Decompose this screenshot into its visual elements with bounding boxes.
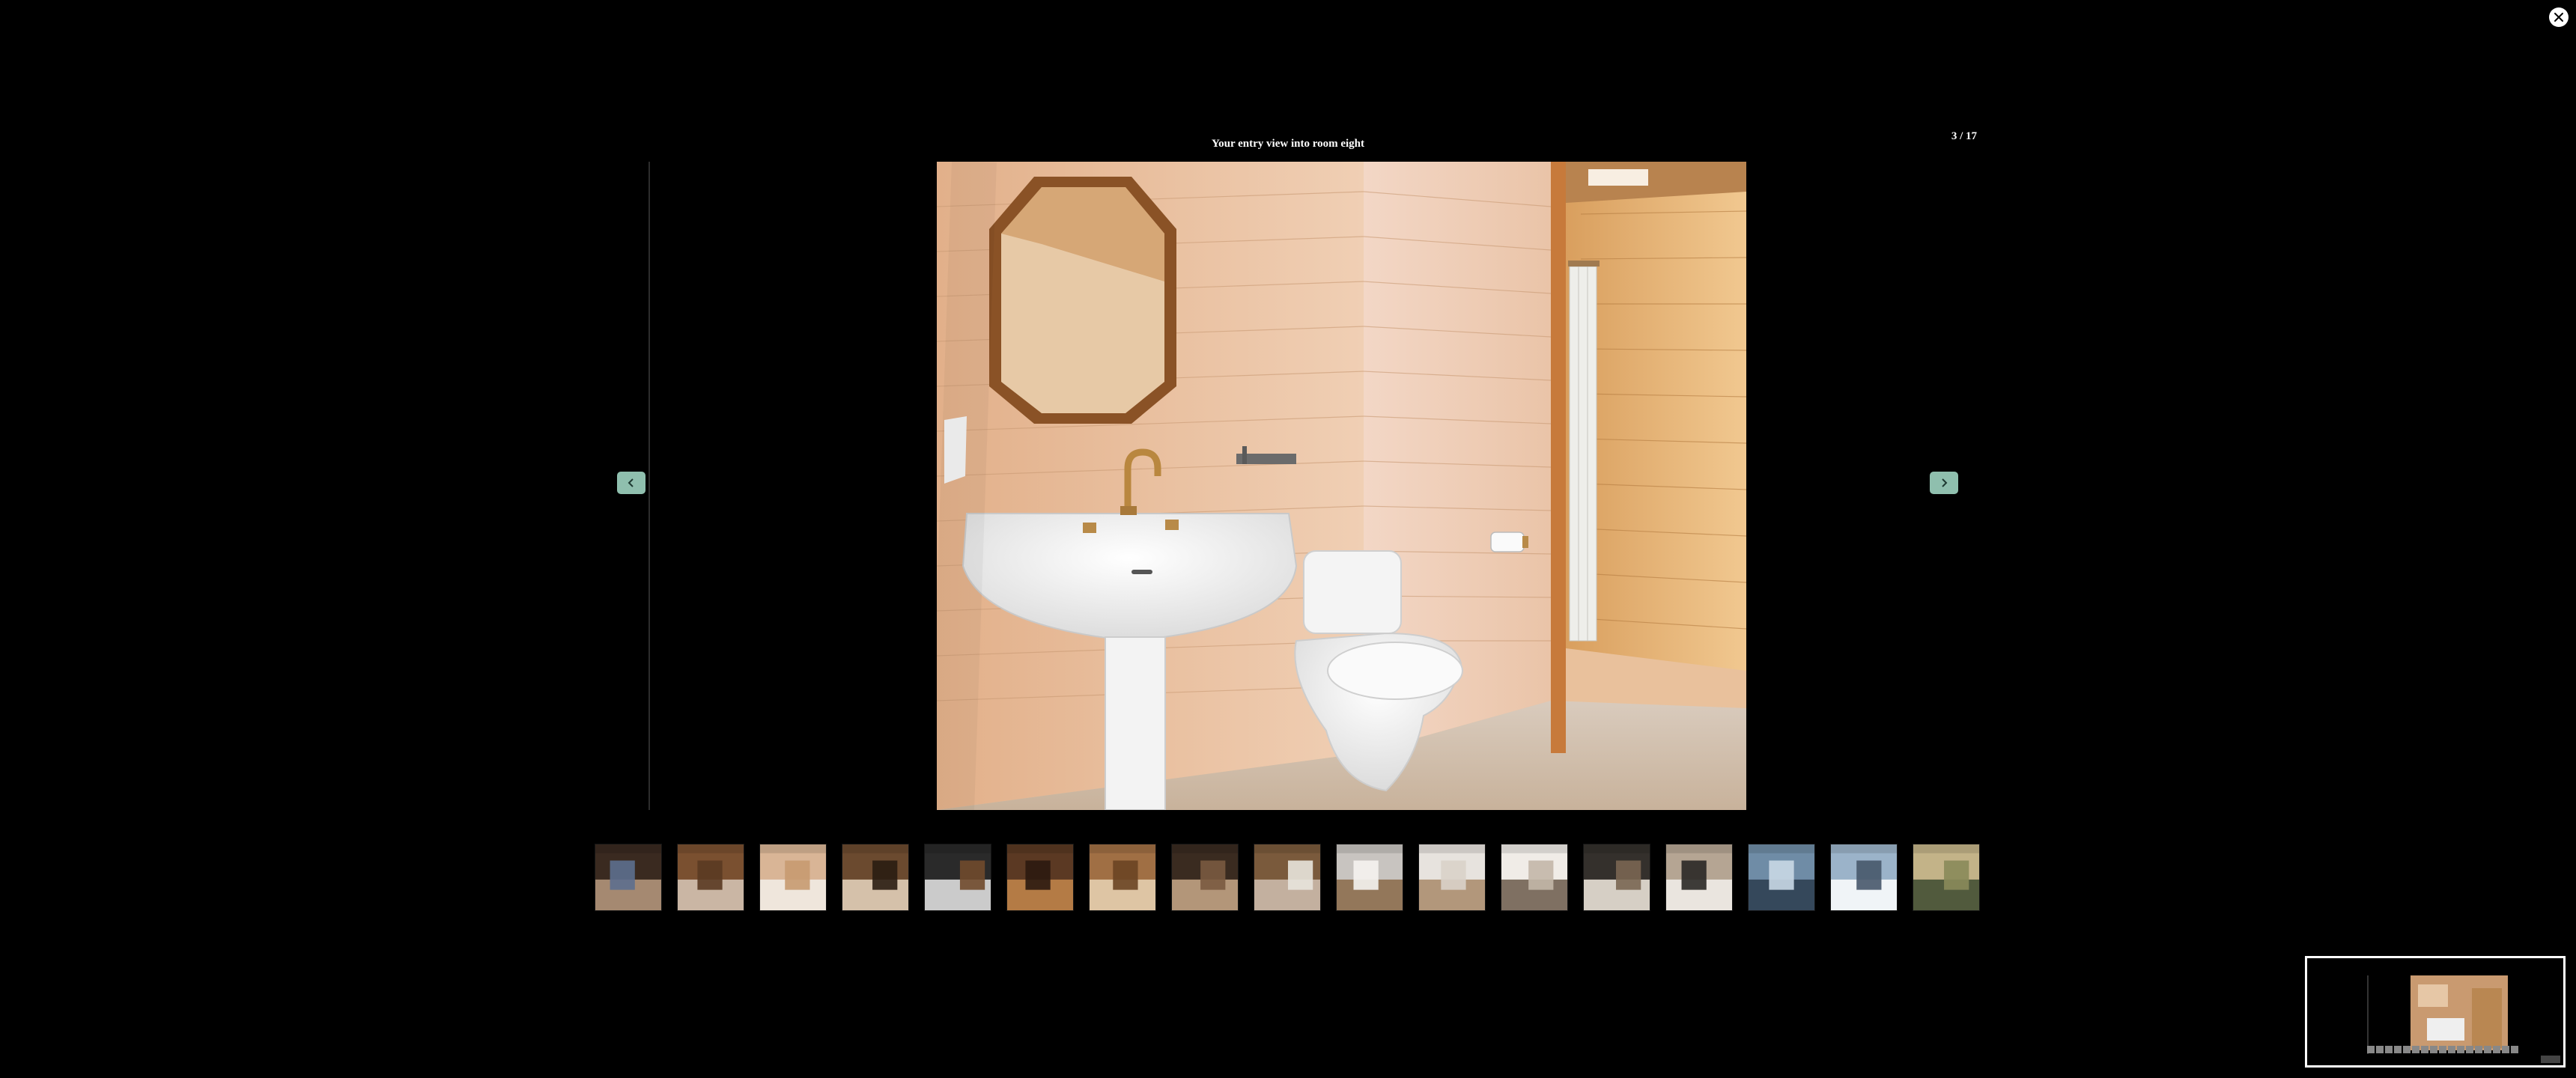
chevron-right-icon [1942,478,1948,487]
next-image-button[interactable] [1930,472,1958,494]
thumbnail-image [925,844,991,910]
thumbnail-dark-interior[interactable] [1583,844,1650,911]
thumbnail-image [1666,844,1732,910]
thumbnail-lake-mountains[interactable] [1748,844,1815,911]
close-icon [2554,13,2563,22]
thumbnail-valley-sunset[interactable] [1913,844,1980,911]
image-caption: Your entry view into room eight [1211,138,1364,150]
thumbnail-wood-wall-hooks[interactable] [842,844,909,911]
thumbnail-image [1584,844,1650,910]
thumbnail-wooden-sign[interactable] [1089,844,1156,911]
lightbox-viewer: Your entry view into room eight 3 / 17 [0,0,2576,1078]
minimap-image [2307,958,2563,1065]
thumbnail-image [678,844,744,910]
thumbnail-image [1007,844,1073,910]
thumbnail-white-room-door[interactable] [1418,844,1486,911]
thumbnail-image [1419,844,1485,910]
thumbnail-image [842,844,908,910]
thumbnail-image [1749,844,1814,910]
previous-image-button[interactable] [617,472,645,494]
thumbnail-doorway[interactable] [677,844,744,911]
minimap-preview[interactable] [2305,956,2566,1068]
thumbnail-image [1337,844,1403,910]
thumbnail-sculpture[interactable] [1171,844,1239,911]
thumbnail-kitchen-counter[interactable] [1336,844,1403,911]
thumbnail-image [595,844,661,910]
thumbnail-image [1172,844,1238,910]
thumbnail-image [1913,844,1979,910]
thumbnail-image [1501,844,1567,910]
thumbnail-image [1254,844,1320,910]
thumbnail-snowy-mountains[interactable] [1830,844,1898,911]
thumbnail-kitchen[interactable] [1665,844,1733,911]
thumbnail-checkered-floor[interactable] [924,844,991,911]
thumbnail-bathroom-sink[interactable] [759,844,827,911]
thumbnail-bedroom[interactable] [595,844,662,911]
close-button[interactable] [2549,7,2569,27]
main-image [937,162,1746,810]
thumbnail-shelves[interactable] [1501,844,1568,911]
thumbnail-image [1090,844,1155,910]
chevron-left-icon [628,478,634,487]
previous-slide-edge [648,162,650,810]
image-counter: 3 / 17 [1951,130,1977,142]
thumbnail-lamp-corner[interactable] [1006,844,1074,911]
thumbnail-image [1831,844,1897,910]
bathroom-photo [937,162,1746,810]
thumbnail-shelf-with-towels[interactable] [1254,844,1321,911]
thumbnail-image [760,844,826,910]
